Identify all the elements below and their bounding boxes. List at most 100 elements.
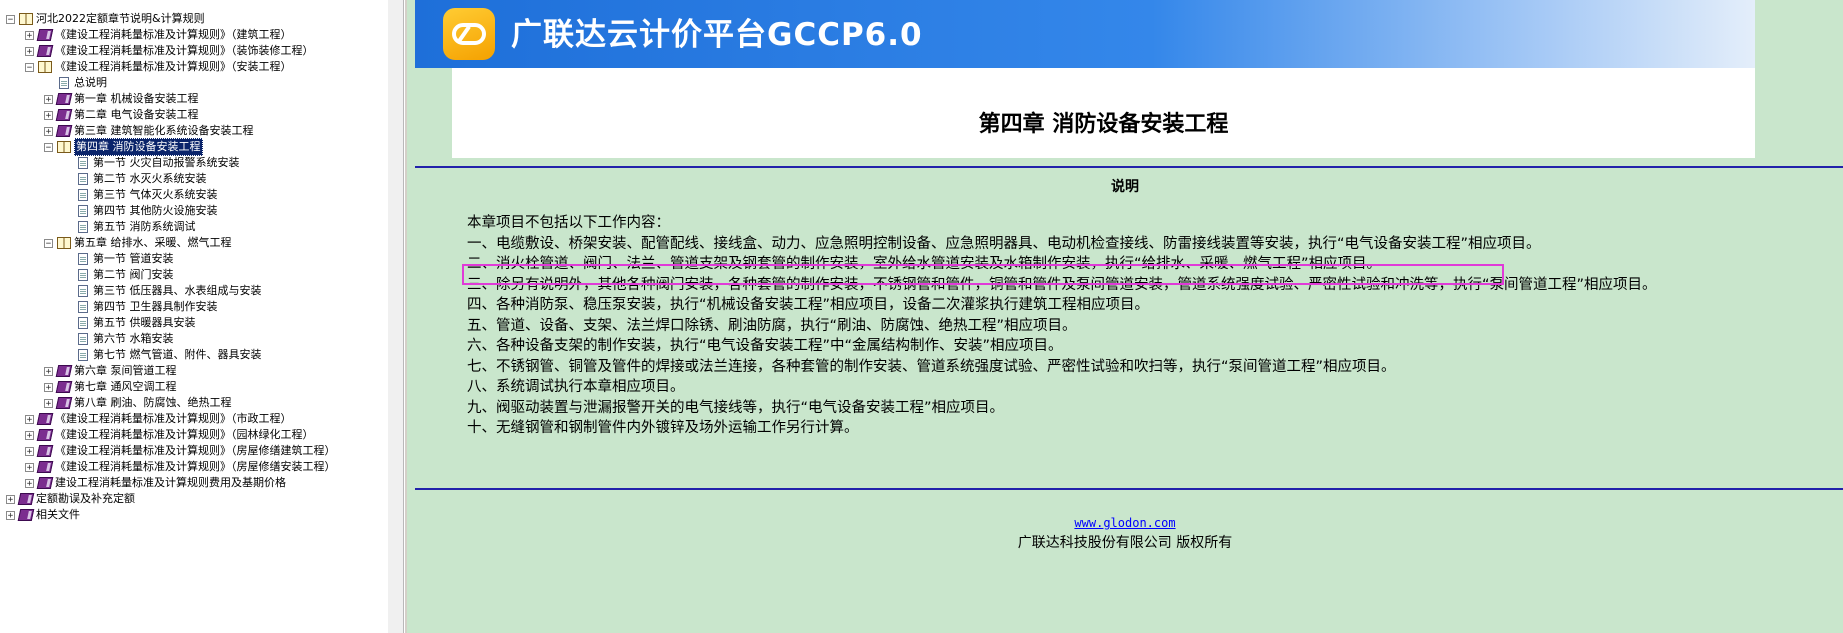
expand-icon[interactable]: +: [25, 446, 34, 456]
tree-item[interactable]: − 河北2022定额章节说明&计算规则: [6, 11, 205, 27]
tree-item[interactable]: 第五节 供暖器具安装: [63, 315, 196, 331]
expand-icon[interactable]: +: [44, 126, 53, 136]
tree-item[interactable]: 第六节 水箱安装: [63, 331, 174, 347]
tree-item[interactable]: + 第八章 刷油、防腐蚀、绝热工程: [44, 395, 232, 411]
tree-item[interactable]: − 第五章 给排水、采暖、燃气工程: [44, 235, 232, 251]
expand-icon[interactable]: +: [25, 414, 34, 424]
collapse-icon[interactable]: −: [6, 14, 15, 24]
tree-item-label[interactable]: 第四节 卫生器具制作安装: [93, 299, 218, 315]
tree-item[interactable]: + 第一章 机械设备安装工程: [44, 91, 199, 107]
website-link[interactable]: www.glodon.com: [407, 516, 1843, 530]
collapse-icon[interactable]: −: [25, 62, 34, 72]
tree-item[interactable]: 第七节 燃气管道、附件、器具安装: [63, 347, 262, 363]
expand-icon[interactable]: +: [44, 366, 53, 376]
tree-item[interactable]: + 《建设工程消耗量标准及计算规则》（建筑工程）: [25, 27, 292, 43]
book-closed-icon: [17, 493, 35, 505]
chapter-tree[interactable]: − 河北2022定额章节说明&计算规则 + 《建设工程消耗量标准及计算规则》（建筑工程…: [0, 0, 389, 633]
book-closed-icon: [36, 461, 54, 473]
expand-icon[interactable]: +: [44, 94, 53, 104]
expand-icon[interactable]: +: [6, 510, 15, 520]
tree-item-label[interactable]: 第六节 水箱安装: [93, 331, 174, 347]
collapse-icon[interactable]: −: [44, 142, 53, 152]
tree-item-label[interactable]: 第一节 管道安装: [93, 251, 174, 267]
tree-item[interactable]: + 定额勘误及补充定额: [6, 491, 135, 507]
tree-item-label[interactable]: 第二节 阀门安装: [93, 267, 174, 283]
tree-item[interactable]: − 《建设工程消耗量标准及计算规则》（安装工程）: [25, 59, 292, 75]
book-closed-icon: [55, 397, 73, 409]
expand-icon[interactable]: +: [25, 462, 34, 472]
tree-item[interactable]: + 第三章 建筑智能化系统设备安装工程: [44, 123, 254, 139]
expand-icon[interactable]: +: [44, 110, 53, 120]
tree-item[interactable]: 第二节 阀门安装: [63, 267, 174, 283]
tree-item-label[interactable]: 第一节 火灾自动报警系统安装: [93, 155, 240, 171]
book-closed-icon: [55, 381, 73, 393]
tree-item-label[interactable]: 河北2022定额章节说明&计算规则: [36, 11, 205, 27]
tree-item-label[interactable]: 第二章 电气设备安装工程: [74, 107, 199, 123]
tree-item[interactable]: 第四节 其他防火设施安装: [63, 203, 218, 219]
expand-icon[interactable]: +: [25, 478, 34, 488]
tree-item-label[interactable]: 第七章 通风空调工程: [74, 379, 177, 395]
expand-icon[interactable]: +: [6, 494, 15, 504]
tree-item-label[interactable]: 建设工程消耗量标准及计算规则费用及基期价格: [55, 475, 286, 491]
tree-item[interactable]: 第一节 火灾自动报警系统安装: [63, 155, 240, 171]
expand-icon[interactable]: +: [44, 398, 53, 408]
tree-item-label[interactable]: 《建设工程消耗量标准及计算规则》（房屋修缮安装工程）: [55, 459, 336, 475]
tree-item-label[interactable]: 《建设工程消耗量标准及计算规则》（园林绿化工程）: [55, 427, 314, 443]
book-open-icon: [57, 237, 71, 249]
tree-item[interactable]: + 《建设工程消耗量标准及计算规则》（园林绿化工程）: [25, 427, 314, 443]
expand-icon[interactable]: +: [25, 46, 34, 56]
page-icon: [78, 189, 88, 201]
tree-item[interactable]: 第三节 气体灭火系统安装: [63, 187, 218, 203]
tree-item-label[interactable]: 相关文件: [36, 507, 80, 523]
tree-item-label[interactable]: 第一章 机械设备安装工程: [74, 91, 199, 107]
tree-item-label[interactable]: 第三节 低压器具、水表组成与安装: [93, 283, 262, 299]
tree-item[interactable]: + 《建设工程消耗量标准及计算规则》（装饰装修工程）: [25, 43, 314, 59]
tree-item-label[interactable]: 第八章 刷油、防腐蚀、绝热工程: [74, 395, 232, 411]
book-open-icon: [19, 13, 33, 25]
tree-item-label[interactable]: 《建设工程消耗量标准及计算规则》（市政工程）: [55, 411, 292, 427]
book-closed-icon: [36, 45, 54, 57]
chapter-title: 第四章 消防设备安装工程: [978, 111, 1229, 137]
tree-item-label[interactable]: 第三节 气体灭火系统安装: [93, 187, 218, 203]
tree-item-label[interactable]: 《建设工程消耗量标准及计算规则》（装饰装修工程）: [55, 43, 314, 59]
book-closed-icon: [17, 509, 35, 521]
tree-item-label-selected[interactable]: 第四章 消防设备安装工程: [74, 138, 203, 156]
tree-item-label[interactable]: 《建设工程消耗量标准及计算规则》（安装工程）: [55, 59, 292, 75]
tree-item-label[interactable]: 总说明: [74, 75, 107, 91]
tree-item-label[interactable]: 第三章 建筑智能化系统设备安装工程: [74, 123, 254, 139]
tree-item[interactable]: 第二节 水灭火系统安装: [63, 171, 207, 187]
tree-item-label[interactable]: 第五节 消防系统调试: [93, 219, 196, 235]
tree-item-label[interactable]: 《建设工程消耗量标准及计算规则》（房屋修缮建筑工程）: [55, 443, 336, 459]
collapse-icon[interactable]: −: [44, 238, 53, 248]
tree-item[interactable]: 总说明: [44, 75, 107, 91]
tree-item[interactable]: + 第二章 电气设备安装工程: [44, 107, 199, 123]
tree-item-label[interactable]: 第六章 泵间管道工程: [74, 363, 177, 379]
copyright-text: 广联达科技股份有限公司 版权所有: [1017, 535, 1233, 551]
tree-item[interactable]: + 《建设工程消耗量标准及计算规则》（市政工程）: [25, 411, 292, 427]
tree-item-label[interactable]: 第五节 供暖器具安装: [93, 315, 196, 331]
tree-item-label[interactable]: 《建设工程消耗量标准及计算规则》（建筑工程）: [55, 27, 292, 43]
highlight-box: [462, 264, 1504, 285]
tree-item-label[interactable]: 第四节 其他防火设施安装: [93, 203, 218, 219]
book-closed-icon: [36, 29, 54, 41]
tree-item[interactable]: 第三节 低压器具、水表组成与安装: [63, 283, 262, 299]
tree-item-label[interactable]: 定额勘误及补充定额: [36, 491, 135, 507]
tree-item[interactable]: + 《建设工程消耗量标准及计算规则》（房屋修缮安装工程）: [25, 459, 336, 475]
tree-item[interactable]: + 建设工程消耗量标准及计算规则费用及基期价格: [25, 475, 286, 491]
tree-item[interactable]: 第四节 卫生器具制作安装: [63, 299, 218, 315]
tree-item[interactable]: + 相关文件: [6, 507, 80, 523]
expand-icon[interactable]: +: [25, 30, 34, 40]
tree-item[interactable]: + 《建设工程消耗量标准及计算规则》（房屋修缮建筑工程）: [25, 443, 336, 459]
tree-item[interactable]: 第五节 消防系统调试: [63, 219, 196, 235]
glodon-logo-icon: [443, 8, 495, 60]
tree-item[interactable]: − 第四章 消防设备安装工程: [44, 138, 203, 156]
tree-item[interactable]: 第一节 管道安装: [63, 251, 174, 267]
tree-scrollbar[interactable]: [388, 0, 404, 633]
expand-icon[interactable]: +: [44, 382, 53, 392]
tree-item-label[interactable]: 第五章 给排水、采暖、燃气工程: [74, 235, 232, 251]
tree-item-label[interactable]: 第七节 燃气管道、附件、器具安装: [93, 347, 262, 363]
tree-item-label[interactable]: 第二节 水灭火系统安装: [93, 171, 207, 187]
expand-icon[interactable]: +: [25, 430, 34, 440]
tree-item[interactable]: + 第七章 通风空调工程: [44, 379, 177, 395]
tree-item[interactable]: + 第六章 泵间管道工程: [44, 363, 177, 379]
